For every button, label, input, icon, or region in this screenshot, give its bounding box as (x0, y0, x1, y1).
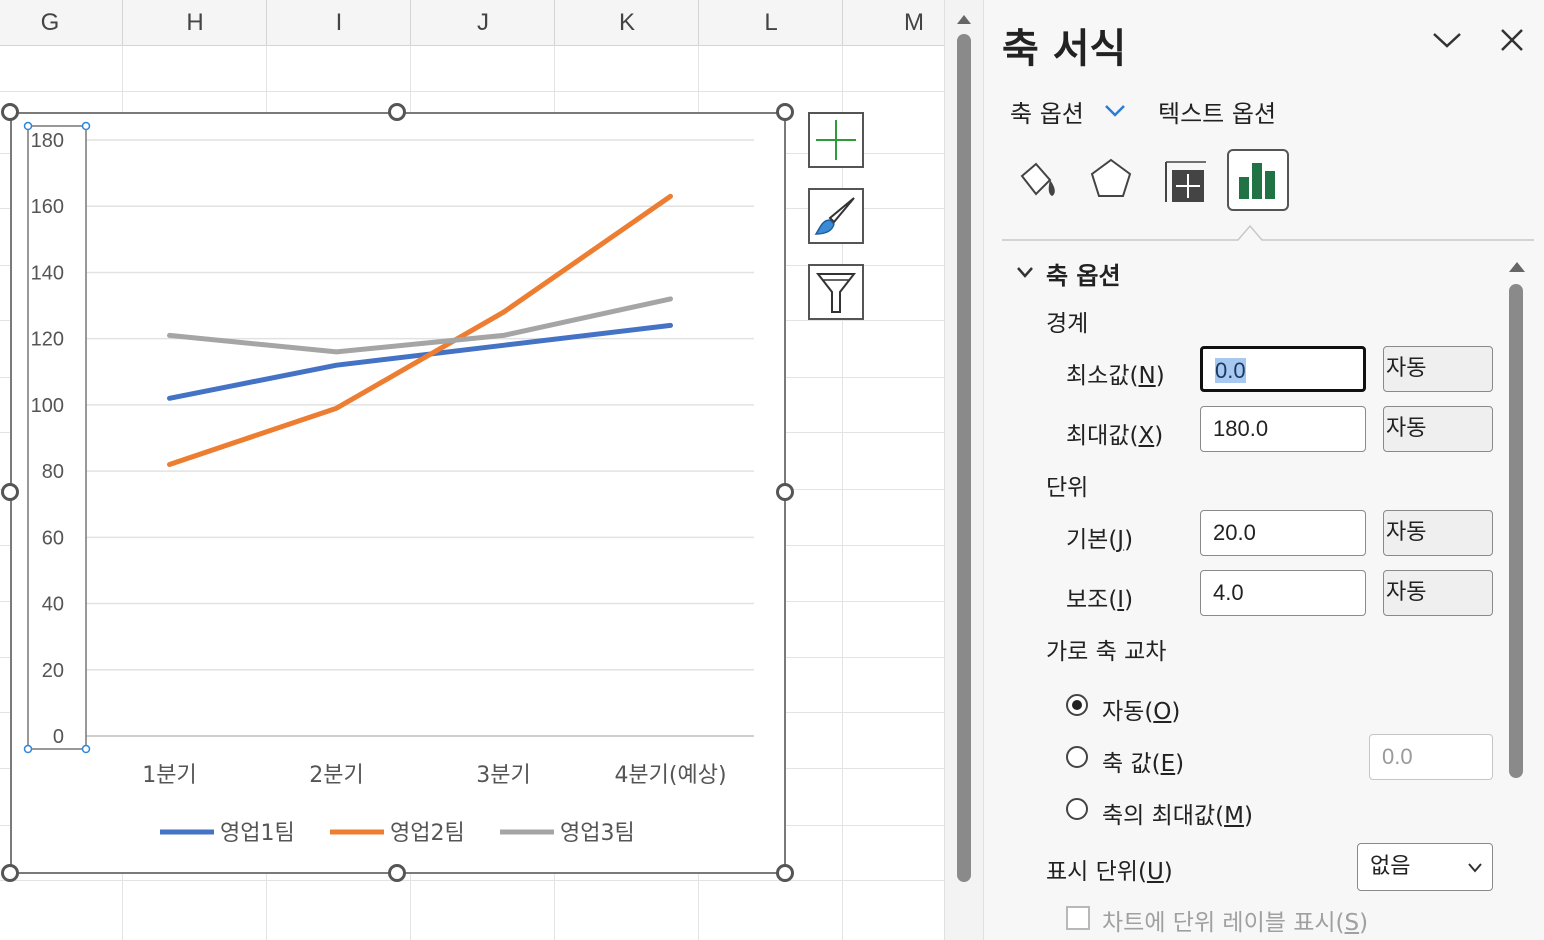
spreadsheet-area[interactable]: G H I J K L M 180 160 140 120 100 80 60 40 20 0 1분… (0, 0, 944, 940)
series-line[interactable] (167, 193, 673, 467)
filter-icon (815, 273, 857, 313)
column-header-h[interactable]: H (124, 0, 266, 45)
gridline (0, 880, 944, 881)
horizontal-axis-crosses-label: 가로 축 교차 (1046, 639, 1167, 665)
x-category-label: 2분기 (309, 763, 363, 788)
y-tick-label: 40 (42, 594, 64, 616)
column-header-g[interactable]: G (0, 0, 100, 45)
y-tick-label: 100 (31, 395, 64, 417)
close-icon[interactable] (1500, 28, 1524, 52)
show-units-label-text[interactable]: 차트에 단위 레이블 표시(S) (1102, 903, 1368, 937)
crosses-maximum-label[interactable]: 축의 최대값(M) (1102, 796, 1253, 830)
pane-scroll-up-icon[interactable] (1504, 256, 1530, 276)
resize-handle-bottom-right[interactable] (776, 864, 794, 882)
crosses-axis-value-radio[interactable] (1066, 746, 1088, 768)
line-chart[interactable]: 180 160 140 120 100 80 60 40 20 0 1분기 2분기 3분기 4분기(예상)… (10, 112, 786, 874)
y-tick-label: 160 (31, 196, 64, 218)
display-units-select[interactable]: 없음 (1357, 843, 1493, 891)
major-unit-input[interactable]: 20.0 (1200, 510, 1366, 556)
resize-handle-top[interactable] (388, 103, 406, 121)
chart-styles-button[interactable] (808, 188, 864, 244)
maximum-auto-button[interactable]: 자동 (1383, 406, 1493, 452)
column-header-k[interactable]: K (556, 0, 698, 45)
series-line[interactable] (167, 296, 673, 355)
major-unit-label: 기본(J) (1066, 527, 1134, 553)
pane-scroll-thumb[interactable] (1509, 284, 1523, 778)
maximum-label: 최대값(X) (1066, 423, 1164, 449)
tab-divider (1002, 224, 1534, 241)
resize-handle-top-left[interactable] (1, 103, 19, 121)
legend-entry[interactable]: 영업3팀 (560, 821, 635, 846)
x-category-label: 1분기 (142, 763, 196, 788)
pane-title: 축 서식 (1002, 26, 1127, 72)
axis-selection-handle[interactable] (23, 121, 33, 131)
column-header-i[interactable]: I (268, 0, 410, 45)
effects-pentagon-icon[interactable] (1086, 154, 1136, 204)
bounds-label: 경계 (1046, 311, 1089, 337)
y-tick-label: 140 (31, 262, 64, 284)
resize-handle-bottom-left[interactable] (1, 864, 19, 882)
chart-elements-button[interactable] (808, 112, 864, 168)
y-tick-label: 80 (42, 461, 64, 483)
fill-line-icon[interactable] (1012, 154, 1062, 204)
crosses-auto-radio[interactable] (1066, 694, 1088, 716)
show-units-label-checkbox[interactable] (1066, 906, 1090, 930)
format-axis-pane: 축 서식 축 옵션 텍스트 옵션 축 옵션 경계 최소값(N) 0.0 자동 최… (984, 0, 1544, 940)
resize-handle-right[interactable] (776, 483, 794, 501)
minimum-input[interactable]: 0.0 (1200, 346, 1366, 392)
chevron-down-icon (1468, 863, 1482, 873)
minimum-label: 최소값(N) (1066, 363, 1165, 389)
chevron-down-icon[interactable] (1016, 266, 1034, 280)
size-properties-icon[interactable] (1160, 156, 1210, 206)
column-header-j[interactable]: J (412, 0, 554, 45)
axis-selection-handle[interactable] (23, 744, 33, 754)
crosses-axis-value-label[interactable]: 축 값(E) (1102, 744, 1184, 778)
minor-unit-label: 보조(I) (1066, 587, 1134, 613)
tab-text-options[interactable]: 텍스트 옵션 (1158, 94, 1276, 129)
y-tick-label: 20 (42, 660, 64, 682)
axis-options-chart-icon (1239, 163, 1275, 199)
sheet-vertical-scrollbar[interactable] (944, 0, 984, 940)
resize-handle-top-right[interactable] (776, 103, 794, 121)
x-category-label: 4분기(예상) (614, 763, 726, 788)
section-axis-options[interactable]: 축 옵션 (1046, 256, 1121, 291)
crosses-axis-value-input[interactable]: 0.0 (1369, 734, 1493, 780)
axis-selection-handle[interactable] (81, 121, 91, 131)
minor-unit-input[interactable]: 4.0 (1200, 570, 1366, 616)
gridline (0, 91, 944, 92)
chevron-down-icon[interactable] (1432, 30, 1462, 50)
brush-icon (814, 197, 855, 235)
y-tick-label: 180 (31, 130, 64, 152)
crosses-auto-label[interactable]: 자동(O) (1102, 692, 1180, 726)
plus-icon (816, 120, 856, 160)
y-tick-label: 120 (31, 329, 64, 351)
legend-entry[interactable]: 영업2팀 (390, 821, 465, 846)
chart-filters-button[interactable] (808, 264, 864, 320)
major-unit-auto-button[interactable]: 자동 (1383, 510, 1493, 556)
column-header-l[interactable]: L (700, 0, 842, 45)
axis-options-tab[interactable] (1227, 149, 1289, 211)
minor-unit-auto-button[interactable]: 자동 (1383, 570, 1493, 616)
axis-selection-handle[interactable] (81, 744, 91, 754)
chart-plot-svg[interactable]: 180 160 140 120 100 80 60 40 20 0 1분기 2분기 3분기 4분기(예상)… (10, 112, 786, 874)
legend-entry[interactable]: 영업1팀 (220, 821, 295, 846)
resize-handle-left[interactable] (1, 483, 19, 501)
column-header-m[interactable]: M (844, 0, 944, 45)
y-tick-label: 60 (42, 527, 64, 549)
crosses-maximum-radio[interactable] (1066, 798, 1088, 820)
vertical-axis-selection[interactable] (27, 125, 87, 750)
resize-handle-bottom[interactable] (388, 864, 406, 882)
column-headers: G H I J K L M (0, 0, 944, 46)
y-tick-label: 0 (53, 726, 64, 748)
display-units-label: 표시 단위(U) (1046, 859, 1173, 885)
x-category-label: 3분기 (476, 763, 530, 788)
tab-axis-options[interactable]: 축 옵션 (1010, 94, 1084, 129)
scroll-up-arrow-icon[interactable] (945, 4, 983, 34)
maximum-input[interactable]: 180.0 (1200, 406, 1366, 452)
units-label: 단위 (1046, 475, 1089, 501)
chevron-down-icon[interactable] (1104, 104, 1126, 118)
minimum-auto-button[interactable]: 자동 (1383, 346, 1493, 392)
gridline (842, 45, 843, 940)
scroll-thumb[interactable] (957, 34, 971, 882)
